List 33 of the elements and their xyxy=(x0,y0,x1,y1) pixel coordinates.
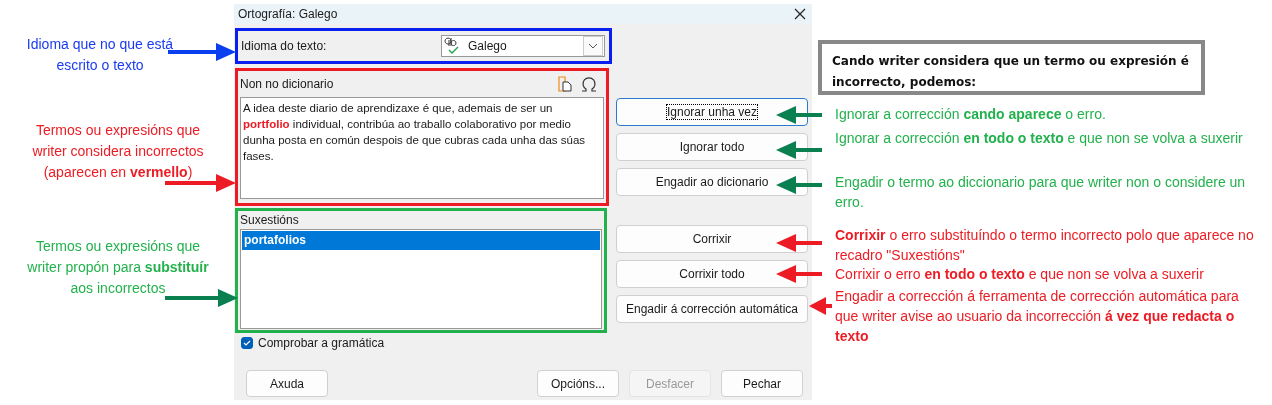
action-button[interactable]: Ignorar unha vez xyxy=(616,98,808,126)
suggestion-item[interactable]: portafolios xyxy=(242,231,600,250)
action-button[interactable]: Ignorar todo xyxy=(616,133,808,161)
sentence-text-area[interactable]: A idea deste diario de aprendizaxe é que, ademais de ser un portfolio individual, contribúa ao traballo colaborativo por medio dunha posta en común despois de que cubras cada unha das súas fases. xyxy=(240,97,604,199)
action-button[interactable]: Engadir ao dicionario xyxy=(616,168,808,196)
checkbox-label: Comprobar a gramática xyxy=(258,336,385,350)
annotation-text: Engadir o termo ao diccionario para que writer non o considere un erro. xyxy=(835,173,1247,212)
section-label: Non no dicionario xyxy=(240,77,334,91)
summary-note: Cando writer considera que un termo ou expresión é incorrecto, podemos: xyxy=(818,40,1205,95)
annotation-text: Idioma que no que está escrito o texto xyxy=(25,35,175,75)
dialog-button: Desfacer xyxy=(629,370,711,397)
window-title: Ortografía: Galego xyxy=(238,7,338,21)
annotation-text: Corrixir o erro en todo o texto e que non se volva a suxerir xyxy=(835,265,1205,284)
language-dropdown[interactable]: Galego xyxy=(441,35,605,57)
annotation-text: Termos ou expresións que writer considera incorrectos (aparecen en vermello) xyxy=(31,121,205,182)
action-button[interactable]: Corrixir todo xyxy=(616,260,808,288)
dialog-button[interactable]: Pechar xyxy=(721,370,803,397)
close-icon[interactable] xyxy=(794,8,806,20)
special-character-icon[interactable] xyxy=(580,76,598,92)
dialog-button[interactable]: Axuda xyxy=(246,370,328,397)
annotation-text: Engadir a corrección á ferramenta de corrección automática para que writer avise ao usuario da incorrección á vez que redacta o texto xyxy=(835,287,1240,346)
dialog-button[interactable]: Opcións... xyxy=(537,370,619,397)
field-label: Idioma do texto: xyxy=(241,39,327,53)
caret-icon xyxy=(583,36,603,56)
annotation-text: Termos ou expresións que writer propón para substituír aos incorrectos xyxy=(26,237,210,298)
paste-icon[interactable] xyxy=(558,76,572,92)
annotation-text: Corrixir o erro substituíndo o termo incorrecto polo que aparece no recadro "Suxestións" xyxy=(835,226,1255,265)
annotation-text: Ignorar a corrección en todo o texto e que non se volva a suxerir xyxy=(835,129,1244,148)
section-label: Suxestións xyxy=(240,212,299,229)
action-button[interactable]: Engadir á corrección automática xyxy=(616,295,808,323)
checkbox[interactable] xyxy=(241,337,253,349)
annotation-text: Ignorar a corrección cando aparece o erro. xyxy=(835,105,1107,124)
action-button[interactable]: Corrixir xyxy=(616,225,808,253)
